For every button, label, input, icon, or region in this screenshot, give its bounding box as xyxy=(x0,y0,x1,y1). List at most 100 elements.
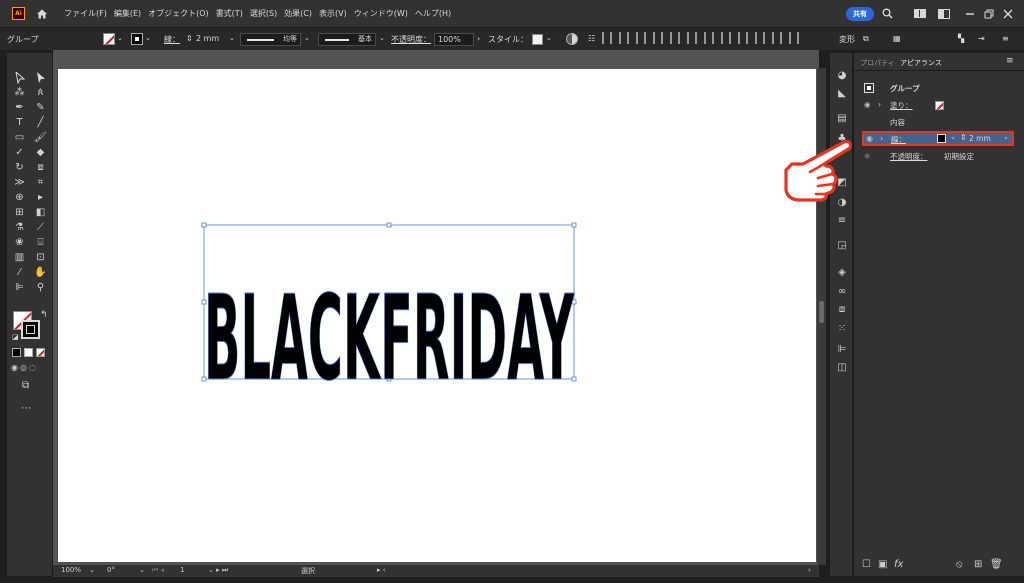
color-mode-icon[interactable] xyxy=(12,348,21,357)
free-transform-tool-icon[interactable]: ⌗ xyxy=(32,176,49,189)
menu-window[interactable]: ウィンドウ(W) xyxy=(354,8,408,19)
gradient-tool-icon[interactable]: ⚗ xyxy=(11,221,28,234)
duplicate-item-icon[interactable]: ⊞ xyxy=(974,559,982,570)
menu-help[interactable]: ヘルプ(H) xyxy=(415,8,451,19)
gradient-mode-icon[interactable] xyxy=(24,348,33,357)
opacity-arrow-icon[interactable]: › xyxy=(477,34,480,43)
menu-view[interactable]: 表示(V) xyxy=(319,8,347,19)
graphic-style-swatch[interactable] xyxy=(532,34,543,45)
eyedropper-tool-icon[interactable]: ⟋ xyxy=(32,221,49,234)
swap-fill-stroke-icon[interactable]: ↰ xyxy=(40,310,48,320)
align-right-icon[interactable] xyxy=(636,32,646,44)
width-tool-icon[interactable]: ≫ xyxy=(11,176,28,189)
type-tool-icon[interactable]: T xyxy=(11,116,28,129)
tab-properties[interactable]: プロパティ xyxy=(860,58,895,68)
search-icon[interactable] xyxy=(880,6,895,21)
none-mode-icon[interactable] xyxy=(36,348,45,357)
panel-menu-icon[interactable]: ≡ xyxy=(1006,56,1014,66)
workspace-icon[interactable] xyxy=(912,6,927,21)
transform-label[interactable]: 変形 xyxy=(839,34,855,45)
isolate-group-icon[interactable]: ⧉ xyxy=(863,34,869,44)
stepper-icon[interactable]: ⇕ xyxy=(186,34,193,43)
distribute-top-icon[interactable] xyxy=(704,32,714,44)
brush-definition-select[interactable]: 基本 xyxy=(318,33,376,46)
symbol-sprayer-tool-icon[interactable]: ⌺ xyxy=(32,236,49,249)
live-paint-tool-icon[interactable]: ▸ xyxy=(32,191,49,204)
edit-contents-icon[interactable]: ▦ xyxy=(893,34,901,43)
zoom-level[interactable]: 100% xyxy=(61,566,81,574)
selection-tool-icon[interactable] xyxy=(11,71,28,84)
next-artboard-icon[interactable]: ⌄ ▸ ⏭ xyxy=(208,566,228,575)
add-new-effect-icon[interactable]: fx xyxy=(894,559,903,570)
distribute-center-icon[interactable] xyxy=(772,32,782,44)
add-new-stroke-icon[interactable]: ☐ xyxy=(862,559,871,570)
control-bar-menu-icon[interactable]: ≡ xyxy=(1002,34,1009,43)
opacity-row[interactable]: ◉ 不透明度： 初期設定 xyxy=(854,149,1024,163)
variable-width-profile-select[interactable]: 均等 xyxy=(240,33,301,46)
color-panel-icon[interactable]: ◕ xyxy=(835,69,849,81)
fill-row[interactable]: ◉ › 塗り： xyxy=(854,98,1024,112)
stroke-label[interactable]: 線： xyxy=(164,34,180,45)
mesh-tool-icon[interactable]: ◧ xyxy=(32,206,49,219)
hand-tool-icon[interactable]: ✋ xyxy=(32,266,49,279)
status-menu-icon[interactable]: ▸ ‹ xyxy=(377,566,386,574)
arrange-documents-icon[interactable]: ▚ xyxy=(958,34,964,43)
align-to-icon[interactable]: ☷ xyxy=(588,34,595,43)
curvature-tool-icon[interactable]: ✎ xyxy=(32,101,49,114)
clear-appearance-icon[interactable]: ⦸ xyxy=(956,559,963,570)
zoom-tool-icon[interactable]: ⚲ xyxy=(32,281,49,294)
stroke-stepper-icon[interactable]: ⇕ xyxy=(960,133,967,142)
menu-select[interactable]: 選択(S) xyxy=(250,8,277,19)
minimize-icon[interactable] xyxy=(962,6,977,21)
slice-tool-icon[interactable]: ⁄ xyxy=(11,266,28,279)
distribute-bottom-icon[interactable] xyxy=(738,32,748,44)
stroke-weight-value[interactable]: 2 mm xyxy=(969,134,991,143)
align-tool-icon[interactable]: ⊫ xyxy=(11,281,28,294)
rectangle-tool-icon[interactable]: ▭ xyxy=(11,131,28,144)
stroke-row[interactable]: ◉ › 線： ⌄ ⇕ 2 mm ⌄ xyxy=(862,131,1014,146)
swatches-panel-icon[interactable]: ▤ xyxy=(835,112,849,124)
links-panel-icon[interactable]: ∞ xyxy=(835,285,849,297)
pathfinder-panel-icon[interactable]: ◫ xyxy=(835,361,849,373)
brush-chevron-icon[interactable]: ⌄ xyxy=(379,34,385,42)
close-icon[interactable] xyxy=(1000,6,1015,21)
transform-panel-icon[interactable]: ⁙ xyxy=(835,322,849,334)
stroke-expand-icon[interactable]: › xyxy=(880,134,883,143)
fill-swatch[interactable] xyxy=(103,33,115,45)
graph-tool-icon[interactable]: ▥ xyxy=(11,251,28,264)
first-artboard-icon[interactable]: ⏮ ◂ xyxy=(152,566,164,575)
line-tool-icon[interactable]: ╱ xyxy=(32,116,49,129)
vertical-scroll-thumb[interactable] xyxy=(819,301,824,323)
status-scroll-right-icon[interactable]: › xyxy=(808,566,811,574)
pen-tool-icon[interactable]: ✒ xyxy=(11,101,28,114)
blend-tool-icon[interactable]: ❀ xyxy=(11,236,28,249)
stroke-black-swatch[interactable] xyxy=(937,134,946,143)
opacity-visibility-eye-icon[interactable]: ◉ xyxy=(864,151,871,160)
stroke-color-chevron-icon[interactable]: ⌄ xyxy=(950,133,956,141)
menu-edit[interactable]: 編集(E) xyxy=(114,8,141,19)
distribute-left-icon[interactable] xyxy=(755,32,765,44)
menu-file[interactable]: ファイル(F) xyxy=(64,8,107,19)
fill-label[interactable]: 塗り： xyxy=(890,100,913,111)
drawing-modes-icon[interactable]: ◉◎◌ xyxy=(11,363,38,372)
rotation-value[interactable]: 0° xyxy=(107,566,115,574)
fill-expand-icon[interactable]: › xyxy=(878,100,881,109)
transparency-panel-icon[interactable]: ◲ xyxy=(835,239,849,251)
color-guide-icon[interactable]: ◣ xyxy=(835,87,849,99)
rotate-tool-icon[interactable]: ↻ xyxy=(11,161,28,174)
align-center-icon[interactable] xyxy=(619,32,629,44)
zoom-chevron-icon[interactable]: ⌄ xyxy=(89,566,95,574)
delete-item-icon[interactable]: 🗑 xyxy=(990,559,1003,570)
menu-object[interactable]: オブジェクト(O) xyxy=(148,8,209,19)
restore-icon[interactable] xyxy=(981,6,996,21)
align-panel-icon[interactable]: ⊫ xyxy=(835,343,849,355)
stroke-dropdown-chevron-icon[interactable]: ⌄ xyxy=(145,34,151,42)
distribute-right-icon[interactable] xyxy=(789,32,799,44)
stroke-weight-chevron-icon[interactable]: ⌄ xyxy=(1003,133,1009,141)
fill-visibility-eye-icon[interactable]: ◉ xyxy=(864,100,871,109)
stroke-panel-icon[interactable]: ≡ xyxy=(835,214,849,226)
perspective-grid-tool-icon[interactable]: ⊞ xyxy=(11,206,28,219)
artboards-panel-icon[interactable]: ⧈ xyxy=(835,303,849,315)
stroke-swatch[interactable] xyxy=(131,33,143,45)
magic-wand-tool-icon[interactable]: ⁂ xyxy=(11,86,28,99)
